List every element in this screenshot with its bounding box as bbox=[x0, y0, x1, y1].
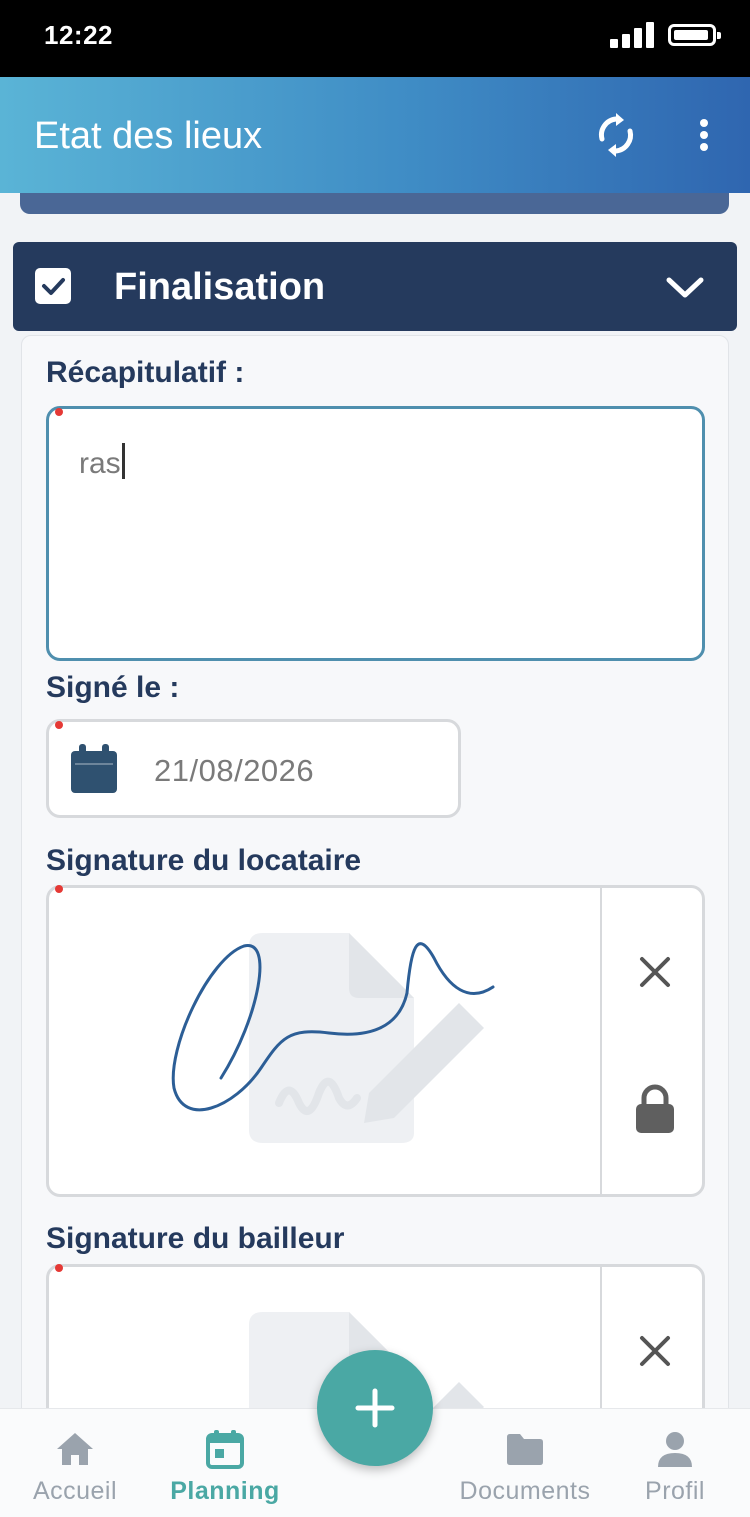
folder-icon bbox=[507, 1434, 543, 1465]
recap-textarea[interactable]: ras bbox=[46, 406, 705, 661]
calendar-icon bbox=[206, 1430, 244, 1469]
more-vertical-icon[interactable] bbox=[690, 115, 718, 155]
signed-on-label: Signé le : bbox=[46, 671, 180, 704]
date-value: 21/08/2026 bbox=[154, 753, 315, 788]
calendar-icon bbox=[71, 744, 117, 793]
add-button[interactable] bbox=[317, 1350, 433, 1466]
recap-value: ras bbox=[79, 447, 121, 480]
person-icon bbox=[658, 1432, 692, 1467]
nav-label: Accueil bbox=[32, 1477, 118, 1505]
recap-label: Récapitulatif : bbox=[46, 356, 245, 389]
page-title: Etat des lieux bbox=[34, 115, 263, 157]
signature-divider bbox=[600, 888, 602, 1194]
nav-label: Profil bbox=[645, 1477, 705, 1505]
nav-label: Documents bbox=[459, 1477, 591, 1505]
close-icon[interactable] bbox=[637, 1333, 673, 1369]
signal-icon bbox=[610, 22, 654, 48]
section-header-finalisation[interactable]: Finalisation bbox=[13, 242, 737, 331]
chevron-down-icon[interactable] bbox=[663, 272, 707, 302]
status-time: 12:22 bbox=[44, 20, 113, 50]
check-icon bbox=[42, 278, 65, 295]
close-icon[interactable] bbox=[637, 954, 673, 990]
tenant-signature-stroke bbox=[171, 942, 495, 1112]
nav-label: Planning bbox=[170, 1477, 280, 1505]
app-bar: Etat des lieux bbox=[0, 77, 750, 193]
nav-item-documents[interactable]: Documents bbox=[450, 1409, 600, 1517]
required-indicator bbox=[55, 885, 63, 893]
previous-section-card bbox=[20, 193, 729, 214]
required-indicator bbox=[55, 408, 63, 416]
sync-icon[interactable] bbox=[594, 113, 638, 157]
home-icon bbox=[57, 1433, 93, 1465]
required-indicator bbox=[55, 1264, 63, 1272]
required-indicator bbox=[55, 721, 63, 729]
tenant-signature-label: Signature du locataire bbox=[46, 844, 362, 877]
status-bar: 12:22 bbox=[0, 0, 750, 77]
nav-item-planning[interactable]: Planning bbox=[150, 1409, 300, 1517]
landlord-signature-label: Signature du bailleur bbox=[46, 1222, 345, 1255]
battery-icon bbox=[668, 24, 721, 46]
lock-icon[interactable] bbox=[633, 1084, 677, 1134]
text-caret bbox=[121, 443, 125, 479]
nav-item-accueil[interactable]: Accueil bbox=[0, 1409, 150, 1517]
date-field[interactable]: 21/08/2026 bbox=[46, 719, 461, 818]
plus-icon bbox=[355, 1388, 395, 1428]
section-checkbox[interactable] bbox=[35, 268, 71, 304]
nav-item-profil[interactable]: Profil bbox=[600, 1409, 750, 1517]
section-title: Finalisation bbox=[114, 266, 326, 308]
tenant-signature-pad[interactable] bbox=[46, 885, 705, 1197]
